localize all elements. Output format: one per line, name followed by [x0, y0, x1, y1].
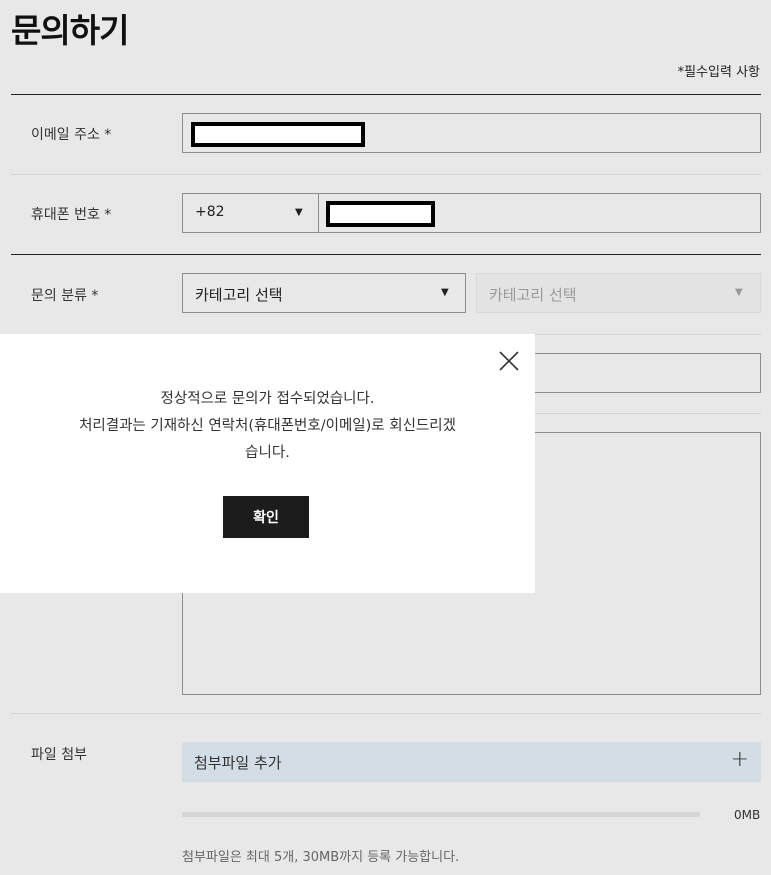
category-primary-select[interactable]: 카테고리 선택 ▼: [182, 273, 466, 313]
category-label: 문의 분류 *: [31, 288, 99, 304]
attachment-help-text: 첨부파일은 최대 5개, 30MB까지 등록 가능합니다.: [182, 850, 460, 865]
close-icon[interactable]: [498, 350, 520, 372]
confirmation-modal: 정상적으로 문의가 접수되었습니다. 처리결과는 기재하신 연락처(휴대폰번호/…: [0, 334, 535, 593]
phone-label: 휴대폰 번호 *: [31, 207, 112, 223]
plus-icon: +: [730, 747, 749, 772]
modal-message-line1: 정상적으로 문의가 접수되었습니다.: [160, 391, 375, 407]
add-attachment-label: 첨부파일 추가: [194, 754, 282, 772]
chevron-down-icon: ▼: [735, 287, 743, 298]
category-secondary-select[interactable]: 카테고리 선택 ▼: [476, 273, 761, 313]
confirm-button[interactable]: 확인: [223, 496, 309, 538]
row-divider: [11, 713, 761, 714]
country-code-value: +82: [195, 204, 225, 220]
email-label: 이메일 주소 *: [31, 127, 112, 143]
attachment-size-progress: [182, 812, 700, 817]
email-field[interactable]: [182, 113, 761, 153]
chevron-down-icon: ▼: [295, 207, 303, 218]
attachment-label: 파일 첨부: [31, 747, 87, 763]
phone-redaction: [326, 201, 435, 227]
attachment-size-text: 0MB: [734, 808, 761, 822]
category-primary-value: 카테고리 선택: [195, 286, 283, 304]
phone-number-field[interactable]: [318, 193, 761, 233]
add-attachment-button[interactable]: 첨부파일 추가 +: [182, 742, 761, 782]
section-divider: [11, 254, 761, 255]
modal-message-line2: 처리결과는 기재하신 연락처(휴대폰번호/이메일)로 회신드리겠: [79, 418, 456, 434]
page-title: 문의하기: [11, 11, 129, 50]
required-fields-note: *필수입력 사항: [677, 65, 760, 80]
email-redaction: [191, 122, 365, 147]
category-secondary-value: 카테고리 선택: [489, 286, 577, 304]
modal-message-line3: 습니다.: [245, 445, 290, 461]
chevron-down-icon: ▼: [441, 287, 449, 298]
row-divider: [11, 174, 761, 175]
header-divider: [11, 94, 761, 95]
country-code-select[interactable]: +82 ▼: [182, 193, 319, 233]
